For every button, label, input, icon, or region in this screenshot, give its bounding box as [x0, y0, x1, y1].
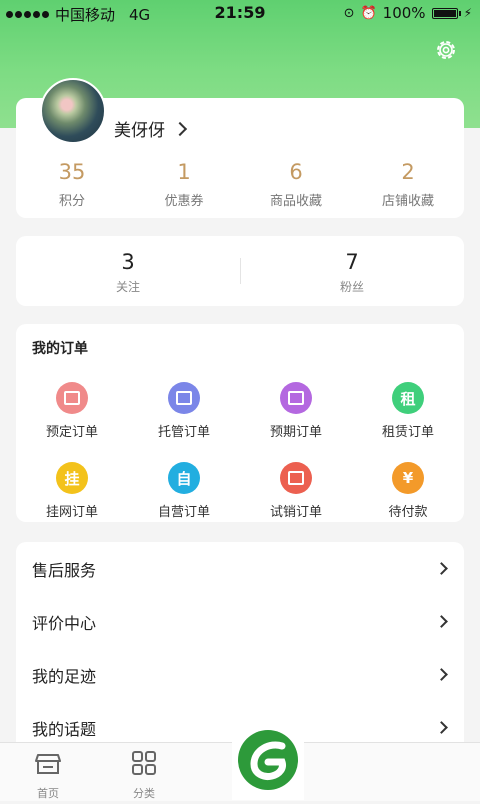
tab-category[interactable]: 分类	[96, 751, 192, 801]
store-icon	[35, 754, 61, 774]
hand-icon	[168, 382, 200, 414]
order-item-2[interactable]: 预期订单	[240, 382, 352, 440]
stat-points[interactable]: 35 积分	[16, 160, 128, 209]
hang-icon: 挂	[56, 462, 88, 494]
order-item-5[interactable]: 自自营订单	[128, 462, 240, 520]
stat-coupons[interactable]: 1 优惠券	[128, 160, 240, 209]
status-bar: 中国移动 4G 21:59 ⊙ ⏰ 100% ⚡	[0, 0, 480, 26]
menu-item-label: 售后服务	[32, 561, 97, 580]
stat-value: 35	[58, 160, 86, 184]
stat-label: 积分	[58, 194, 85, 209]
order-item-label: 租赁订单	[381, 425, 434, 440]
tab-label: 首页	[37, 787, 59, 800]
rent-icon: 租	[392, 382, 424, 414]
menu-item-label: 我的足迹	[32, 667, 97, 686]
stat-label: 店铺收藏	[381, 194, 434, 209]
alarm-icon: ⏰	[360, 5, 377, 21]
menu-item-footprints[interactable]: 我的足迹	[16, 648, 464, 701]
fans-stat[interactable]: 7 粉丝	[240, 250, 464, 295]
chevron-right-icon	[435, 562, 448, 575]
profile-link[interactable]: 美伢伢	[114, 116, 188, 141]
order-item-label: 预期订单	[269, 425, 322, 440]
orders-grid: 预定订单 托管订单 预期订单租租赁订单挂挂网订单自自营订单 试销订单 ¥ 待付款	[16, 382, 464, 520]
calendar-icon	[56, 382, 88, 414]
chevron-right-icon	[435, 668, 448, 681]
stat-store-favorites[interactable]: 2 店铺收藏	[352, 160, 464, 209]
menu-item-after-sales[interactable]: 售后服务	[16, 542, 464, 595]
chevron-right-icon	[172, 121, 188, 136]
menu-item-reviews[interactable]: 评价中心	[16, 595, 464, 648]
fans-label: 粉丝	[339, 280, 364, 294]
chevron-right-icon	[435, 615, 448, 628]
menu-item-label: 评价中心	[32, 614, 97, 633]
order-item-label: 预定订单	[45, 425, 98, 440]
stat-label: 商品收藏	[269, 194, 322, 209]
orders-title: 我的订单	[32, 341, 88, 357]
order-item-4[interactable]: 挂挂网订单	[16, 462, 128, 520]
order-item-label: 挂网订单	[45, 505, 98, 520]
following-label: 关注	[115, 280, 140, 294]
yuan-icon: ¥	[392, 462, 424, 494]
stat-label: 优惠券	[164, 194, 204, 209]
tab-label: 分类	[133, 787, 155, 800]
menu-item-label: 我的话题	[32, 720, 97, 739]
self-icon: 自	[168, 462, 200, 494]
stats-row: 35 积分 1 优惠券 6 商品收藏 2 店铺收藏	[0, 160, 480, 209]
order-item-6[interactable]: 试销订单	[240, 462, 352, 520]
orders-card: 我的订单 预定订单 托管订单 预期订单租租赁订单挂挂网订单自自营订单 试销订单 ¥ 待付款	[16, 324, 464, 522]
app-logo	[232, 716, 304, 800]
chevron-right-icon	[435, 721, 448, 734]
fans-count: 7	[345, 250, 359, 274]
tab-home[interactable]: 首页	[0, 751, 96, 801]
order-item-7[interactable]: ¥ 待付款	[352, 462, 464, 520]
order-item-3[interactable]: 租租赁订单	[352, 382, 464, 440]
order-item-label: 待付款	[388, 505, 428, 520]
battery-icon	[431, 7, 461, 19]
stat-value: 6	[289, 160, 303, 184]
gear-icon[interactable]	[434, 38, 458, 62]
stat-value: 1	[177, 160, 191, 184]
order-item-0[interactable]: 预定订单	[16, 382, 128, 440]
menu-list: 售后服务 评价中心 我的足迹 我的话题	[16, 542, 464, 742]
pen-icon	[280, 462, 312, 494]
follow-card: 3 关注 7 粉丝	[16, 236, 464, 306]
order-item-label: 自营订单	[157, 505, 210, 520]
stat-value: 2	[401, 160, 415, 184]
clock-icon	[280, 382, 312, 414]
charging-icon: ⚡	[463, 6, 472, 20]
order-item-1[interactable]: 托管订单	[128, 382, 240, 440]
stat-product-favorites[interactable]: 6 商品收藏	[240, 160, 352, 209]
following-stat[interactable]: 3 关注	[16, 250, 240, 295]
following-count: 3	[121, 250, 135, 274]
order-item-label: 试销订单	[269, 505, 322, 520]
avatar[interactable]	[40, 78, 106, 144]
username: 美伢伢	[114, 121, 165, 141]
grid-icon	[132, 751, 156, 775]
order-item-label: 托管订单	[157, 425, 210, 440]
rotation-lock-icon: ⊙	[343, 5, 355, 21]
leaf-logo-icon	[238, 730, 298, 790]
battery-percent: 100%	[382, 4, 426, 22]
